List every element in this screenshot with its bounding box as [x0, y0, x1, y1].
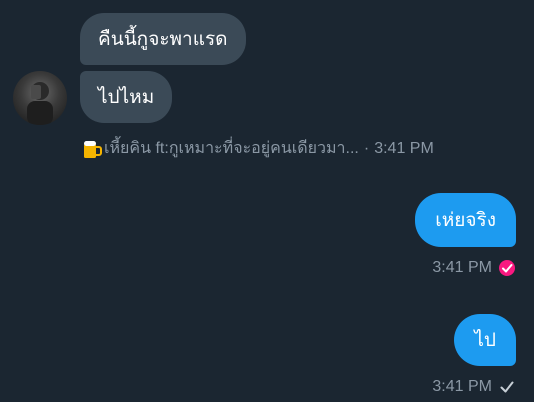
- message-time: 3:41 PM: [432, 378, 492, 395]
- outgoing-message-bubble[interactable]: ไป: [454, 314, 516, 366]
- message-time: 3:41 PM: [374, 139, 434, 157]
- meta-separator: ·: [363, 139, 370, 157]
- beer-mug-icon: [82, 138, 102, 160]
- avatar-photo: [27, 82, 53, 125]
- incoming-message-bubble[interactable]: คืนนี้กูจะพาแรด: [80, 13, 246, 65]
- message-time: 3:41 PM: [432, 259, 492, 276]
- sender-avatar[interactable]: [13, 71, 67, 125]
- message-text: คืนนี้กูจะพาแรด: [98, 28, 228, 50]
- message-text: เห่ยจริง: [435, 209, 496, 231]
- message-text: ไป: [474, 329, 496, 351]
- message-text: ไปไหม: [98, 86, 155, 108]
- outgoing-message-bubble[interactable]: เห่ยจริง: [415, 193, 516, 247]
- sender-name[interactable]: เหี้ยคิน ft:กูเหมาะที่จะอยู่คนเดียวมา...: [104, 136, 359, 161]
- seen-check-icon: [498, 259, 516, 277]
- outgoing-message-meta: 3:41 PM: [432, 378, 516, 396]
- sender-meta: เหี้ยคิน ft:กูเหมาะที่จะอยู่คนเดียวมา...…: [82, 136, 434, 161]
- incoming-message-bubble[interactable]: ไปไหม: [80, 71, 173, 123]
- outgoing-message-meta: 3:41 PM: [432, 259, 516, 277]
- sent-check-icon: [498, 378, 516, 396]
